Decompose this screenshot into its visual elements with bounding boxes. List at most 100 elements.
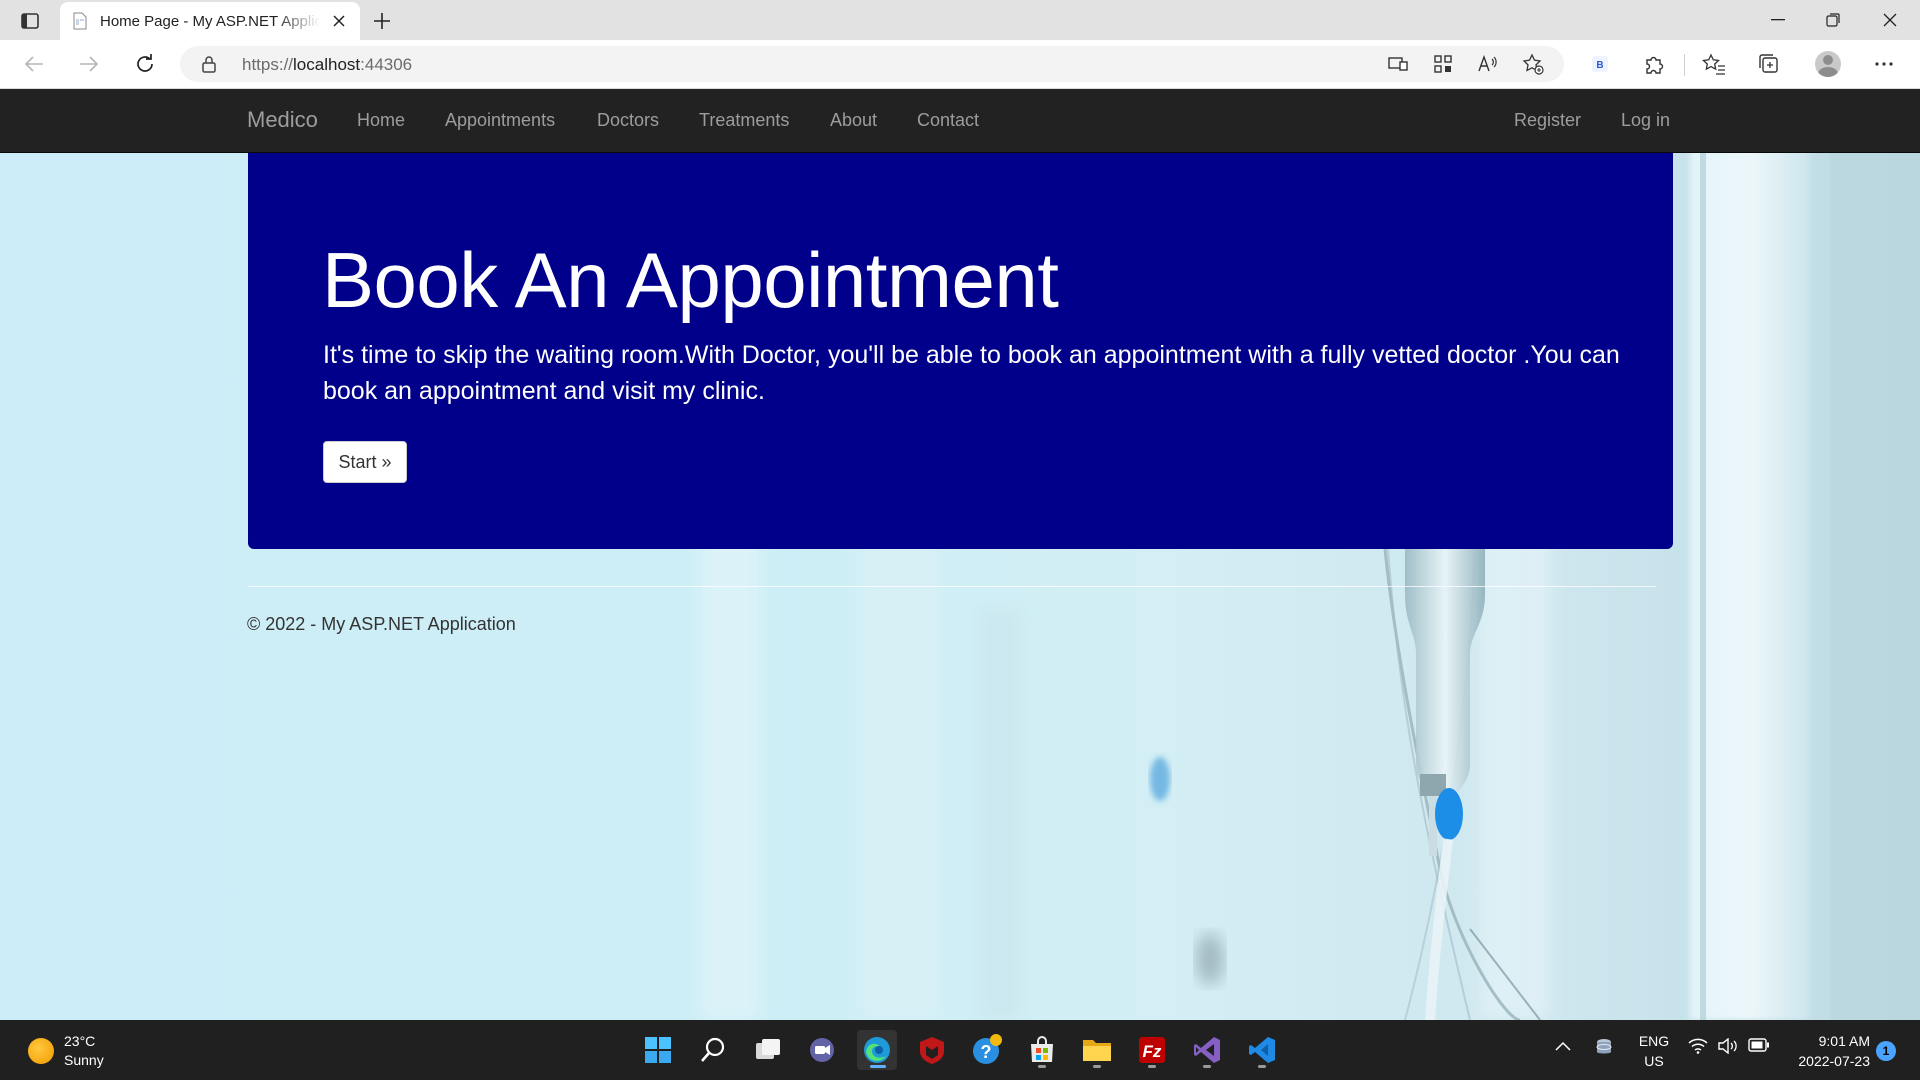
back-button[interactable]: [18, 48, 50, 80]
filezilla-app-button[interactable]: Fz: [1132, 1030, 1172, 1070]
running-indicator: [1038, 1065, 1046, 1068]
running-indicator: [1203, 1065, 1211, 1068]
taskbar-clock[interactable]: 9:01 AM 2022-07-23: [1786, 1031, 1870, 1071]
brand-link[interactable]: Medico: [247, 107, 318, 133]
nav-appointments-link[interactable]: Appointments: [445, 110, 555, 131]
edge-app-button[interactable]: [857, 1030, 897, 1070]
minimize-button[interactable]: [1758, 6, 1798, 34]
new-tab-button[interactable]: [368, 8, 396, 34]
tab-actions-button[interactable]: [14, 8, 46, 34]
nav-login-link[interactable]: Log in: [1621, 110, 1670, 131]
active-indicator: [870, 1065, 886, 1068]
show-hidden-icons-button[interactable]: [1555, 1038, 1571, 1054]
mcafee-icon: [920, 1037, 944, 1064]
battery-status[interactable]: [1748, 1038, 1770, 1055]
visual-studio-icon: [1194, 1037, 1220, 1063]
add-favorite-button[interactable]: [1521, 52, 1545, 76]
get-help-app-button[interactable]: ?: [967, 1030, 1007, 1070]
back-arrow-icon: [24, 56, 43, 72]
nav-register-link[interactable]: Register: [1514, 110, 1581, 131]
start-button[interactable]: [638, 1030, 678, 1070]
minimize-icon: [1771, 19, 1785, 21]
file-explorer-app-button[interactable]: [1077, 1030, 1117, 1070]
restore-icon: [1826, 13, 1840, 27]
start-button[interactable]: Start »: [323, 441, 407, 483]
nav-doctors-link[interactable]: Doctors: [597, 110, 659, 131]
task-view-icon: [756, 1039, 780, 1059]
forward-arrow-icon: [80, 56, 99, 72]
toolbar-divider: [1684, 54, 1685, 76]
wifi-icon: [1688, 1038, 1708, 1054]
qr-code-icon: [1434, 55, 1452, 73]
close-window-button[interactable]: [1870, 6, 1910, 34]
browser-toolbar: https://localhost:44306 B: [0, 40, 1920, 89]
tray-app-button[interactable]: [1594, 1037, 1614, 1060]
clock-time: 9:01 AM: [1818, 1033, 1870, 1049]
address-bar[interactable]: https://localhost:44306: [180, 46, 1564, 82]
tab-actions-icon: [21, 13, 39, 29]
svg-text:?: ?: [981, 1042, 992, 1062]
site-navbar: Medico Home Appointments Doctors Treatme…: [0, 89, 1920, 153]
collections-button[interactable]: [1755, 50, 1783, 78]
close-tab-button[interactable]: [330, 12, 348, 30]
plus-icon: [374, 13, 390, 29]
volume-status[interactable]: [1717, 1037, 1739, 1057]
nav-contact-link[interactable]: Contact: [917, 110, 979, 131]
restore-button[interactable]: [1813, 6, 1853, 34]
taskbar-search-button[interactable]: [693, 1030, 733, 1070]
lock-icon: [202, 56, 216, 73]
running-indicator: [1258, 1065, 1266, 1068]
tab-strip: Home Page - My ASP.NET Application: [0, 0, 1920, 40]
extensions-button[interactable]: [1640, 50, 1668, 78]
nav-treatments-link[interactable]: Treatments: [699, 110, 789, 131]
input-language-indicator[interactable]: ENG US: [1636, 1031, 1672, 1071]
chat-button[interactable]: [802, 1030, 842, 1070]
browser-tab[interactable]: Home Page - My ASP.NET Application: [60, 2, 360, 40]
database-tray-icon: [1596, 1039, 1612, 1054]
keyboard-layout: US: [1644, 1053, 1664, 1069]
hero-jumbotron: Book An Appointment It's time to skip th…: [248, 153, 1673, 549]
filezilla-icon: Fz: [1139, 1037, 1165, 1063]
settings-more-button[interactable]: [1870, 50, 1898, 78]
running-indicator: [1148, 1065, 1156, 1068]
close-icon: [333, 15, 345, 27]
notification-badge[interactable]: 1: [1876, 1041, 1896, 1061]
weather-temperature: 23°C: [64, 1033, 96, 1049]
page-favicon-icon: [73, 12, 87, 30]
weather-description: Sunny: [64, 1052, 104, 1068]
nav-about-link[interactable]: About: [830, 110, 877, 131]
more-icon: [1875, 62, 1893, 66]
task-view-button[interactable]: [748, 1030, 788, 1070]
hero-text: It's time to skip the waiting room.With …: [323, 341, 1620, 405]
vscode-app-button[interactable]: [1242, 1030, 1282, 1070]
web-page: Medico Home Appointments Doctors Treatme…: [0, 89, 1920, 1020]
footer-copyright: © 2022 - My ASP.NET Application: [247, 614, 516, 634]
weather-widget[interactable]: 23°C Sunny: [28, 1032, 104, 1070]
refresh-icon: [137, 54, 153, 72]
forward-button[interactable]: [73, 48, 105, 80]
favorites-button[interactable]: [1700, 50, 1728, 78]
taskbar: 23°C Sunny ? Fz ENG US 9:01 AM 2022-07-2…: [0, 1020, 1920, 1080]
mcafee-app-button[interactable]: [912, 1030, 952, 1070]
chat-icon: [810, 1038, 834, 1062]
url-text: https://localhost:44306: [242, 55, 412, 75]
puzzle-icon: [1646, 56, 1664, 74]
close-icon: [1883, 13, 1897, 27]
wifi-status[interactable]: [1688, 1038, 1708, 1057]
star-add-icon: [1522, 53, 1544, 75]
store-icon: [1031, 1036, 1053, 1062]
svg-text:Fz: Fz: [1143, 1042, 1162, 1061]
store-app-button[interactable]: [1022, 1030, 1062, 1070]
visual-studio-app-button[interactable]: [1187, 1030, 1227, 1070]
read-aloud-icon: [1478, 55, 1497, 72]
app-available-button[interactable]: [1386, 52, 1410, 76]
url-protocol: https://: [242, 55, 294, 74]
qr-code-button[interactable]: [1431, 52, 1455, 76]
read-aloud-button[interactable]: [1476, 52, 1500, 76]
refresh-button[interactable]: [129, 48, 161, 80]
extension-b-button[interactable]: B: [1586, 50, 1614, 78]
footer-divider: [248, 586, 1656, 587]
edge-icon: [864, 1037, 890, 1063]
profile-button[interactable]: [1814, 50, 1842, 78]
nav-home-link[interactable]: Home: [357, 110, 405, 131]
